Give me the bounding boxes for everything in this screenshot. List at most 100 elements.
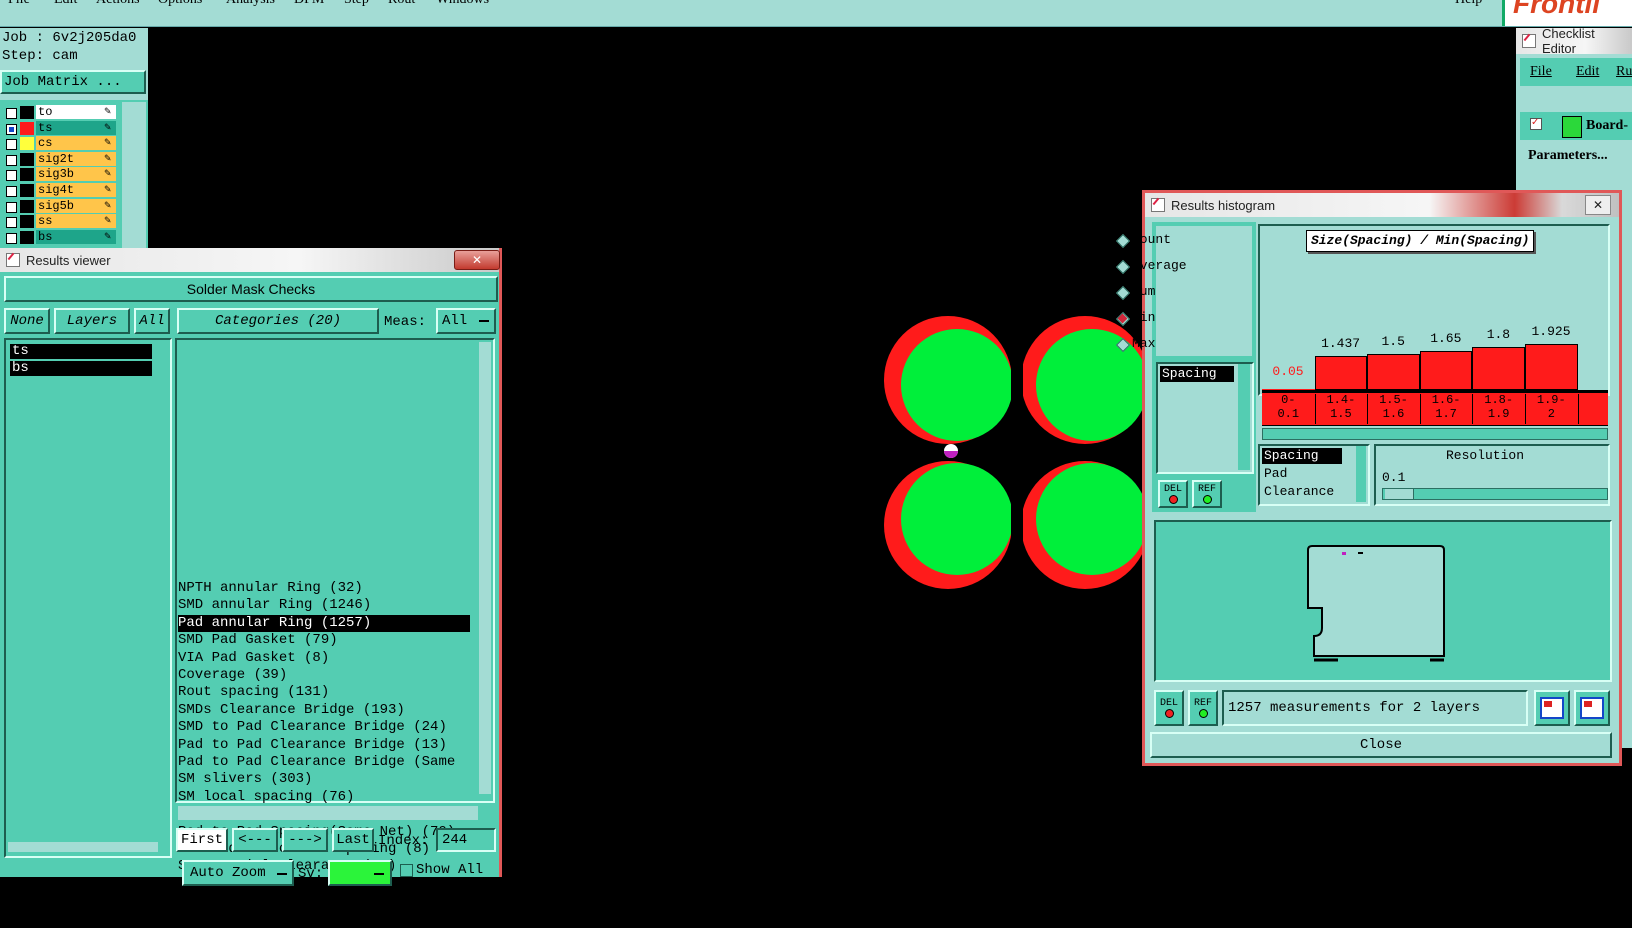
layer-row-sig5b[interactable]: sig5b ✎ (2, 198, 118, 214)
close-icon[interactable]: ✕ (1585, 195, 1611, 215)
last-button[interactable]: Last (332, 828, 374, 852)
del-button-bottom[interactable]: DEL (1154, 690, 1184, 726)
mode-radio-sum[interactable]: Sum (1118, 282, 1198, 302)
layer-row-bs[interactable]: bs ✎ (2, 229, 118, 245)
category-item[interactable]: NPTH annular Ring (32) (178, 580, 470, 597)
histogram-bar[interactable] (1472, 346, 1525, 390)
category-item[interactable]: SMD annular Ring (1246) (178, 597, 470, 614)
category-item[interactable]: Pad to Pad Clearance Bridge (13) (178, 737, 470, 754)
close-button[interactable]: Close (1150, 732, 1612, 758)
layer-checkbox[interactable] (6, 201, 17, 213)
categories-button[interactable]: Categories (20) (177, 308, 379, 334)
category-item[interactable]: Partial SMD Clearance gasket (14) (178, 911, 470, 928)
menu-item-edit[interactable]: Edit (54, 0, 77, 8)
mode-radio-count[interactable]: Count (1118, 230, 1198, 250)
ref-button-top[interactable]: REF (1192, 480, 1222, 508)
category-item[interactable]: SM local spacing (76) (178, 789, 470, 806)
left-list-scrollbar[interactable] (1238, 364, 1250, 470)
layer-row-cs[interactable]: cs ✎ (2, 136, 118, 151)
histogram-bar[interactable] (1367, 354, 1420, 390)
board-preview[interactable] (1154, 520, 1612, 682)
layer-checkbox[interactable] (6, 217, 17, 229)
selected-layer-item[interactable]: ts (10, 344, 152, 359)
layer-row-to[interactable]: to ✎ (2, 105, 118, 120)
menu-item-dfm[interactable]: DFM (294, 0, 324, 8)
menu-help[interactable]: Help (1455, 0, 1482, 8)
measure-item[interactable]: Spacing (1262, 448, 1342, 464)
categories-vscrollbar[interactable] (479, 342, 491, 794)
layer-checkbox[interactable] (6, 154, 17, 166)
layer-scrollbar[interactable] (122, 102, 146, 248)
layer-checkbox[interactable] (6, 232, 17, 244)
layer-row-ss[interactable]: ss ✎ (2, 214, 118, 229)
menu-item-options[interactable]: Options (158, 0, 202, 8)
layer-checkbox[interactable] (6, 139, 17, 151)
layer-checkbox[interactable] (6, 108, 17, 119)
measure-scrollbar[interactable] (1356, 446, 1366, 502)
first-button[interactable]: First (176, 828, 228, 852)
menu-item-windows[interactable]: Windows (436, 0, 489, 8)
measure-item[interactable]: Pad (1262, 466, 1358, 482)
checklist-menu-edit[interactable]: Edit (1576, 64, 1599, 80)
categories-hscrollbar[interactable] (178, 806, 478, 820)
checklist-menu-run[interactable]: Ru (1616, 64, 1632, 80)
layer-checkbox[interactable] (6, 170, 17, 182)
sv-color-dropdown[interactable] (328, 860, 392, 886)
layer-row-ts[interactable]: ts ✎ (2, 120, 118, 136)
mode-radio-min[interactable]: Min (1117, 308, 1198, 328)
checklist-menu-file[interactable]: File (1530, 64, 1552, 80)
checklist-editor-titlebar[interactable]: Checklist Editor (1516, 26, 1632, 56)
histogram-bar[interactable] (1314, 355, 1368, 390)
close-icon[interactable]: ✕ (454, 250, 500, 270)
show-all-checkbox[interactable] (400, 864, 413, 877)
histogram-bar[interactable] (1419, 350, 1473, 390)
selected-layer-item[interactable]: bs (10, 361, 152, 376)
category-item[interactable]: Coverage (39) (178, 667, 470, 684)
layers-hscrollbar[interactable] (8, 842, 158, 852)
layer-row-sig4t[interactable]: sig4t ✎ (2, 183, 118, 198)
histogram-titlebar[interactable]: Results histogram ✕ (1145, 193, 1619, 217)
mode-radio-average[interactable]: Average (1118, 256, 1198, 276)
result-marker[interactable] (944, 444, 958, 458)
results-viewer-titlebar[interactable]: Results viewer ✕ (0, 248, 500, 272)
ref-button-bottom[interactable]: REF (1188, 690, 1218, 726)
parameters-button[interactable]: Parameters... (1528, 148, 1608, 164)
none-button[interactable]: None (4, 308, 50, 334)
layer-row-sig2t[interactable]: sig2t ✎ (2, 151, 118, 167)
category-item[interactable]: Rout spacing (131) (178, 684, 470, 701)
index-input[interactable]: 244 (436, 828, 496, 852)
auto-zoom-dropdown[interactable]: Auto Zoom (182, 860, 294, 886)
next-button[interactable]: ---> (282, 828, 328, 852)
category-item[interactable]: Feature too small to check (104) (178, 893, 470, 910)
category-item[interactable]: Pad annular Ring (1257) (178, 614, 470, 632)
meas-dropdown[interactable]: All (436, 308, 496, 334)
job-matrix-button[interactable]: Job Matrix ... (0, 70, 146, 94)
graphic-canvas[interactable] (880, 315, 1142, 595)
zoom-layer-button[interactable] (1534, 690, 1570, 726)
menu-item-step[interactable]: Step (344, 0, 369, 8)
chart-hscrollbar[interactable] (1262, 428, 1608, 440)
layers-button[interactable]: Layers (54, 308, 130, 334)
histogram-bar[interactable] (1525, 344, 1578, 390)
measure-item[interactable]: Clearance (1262, 484, 1358, 500)
left-list-selected[interactable]: Spacing (1160, 366, 1234, 382)
all-layers-button[interactable]: All (134, 308, 170, 334)
category-item[interactable]: SMD Pad Gasket (79) (178, 632, 470, 649)
menu-item-actions[interactable]: Actions (96, 0, 140, 8)
category-item[interactable]: VIA Pad Gasket (8) (178, 650, 470, 667)
checklist-item-row[interactable]: ✓ Board- (1520, 112, 1632, 140)
menu-item-file[interactable]: File (8, 0, 30, 8)
menu-item-rout[interactable]: Rout (388, 0, 415, 8)
category-item[interactable]: SM slivers (303) (178, 771, 470, 788)
layer-row-sig3b[interactable]: sig3b ✎ (2, 167, 118, 182)
mode-radio-max[interactable]: Max (1118, 334, 1198, 354)
del-button-top[interactable]: DEL (1158, 480, 1188, 508)
resolution-slider-thumb[interactable] (1385, 489, 1414, 499)
menu-item-analysis[interactable]: Analysis (226, 0, 275, 8)
prev-button[interactable]: <--- (232, 828, 278, 852)
zoom-fit-button[interactable] (1574, 690, 1610, 726)
category-item[interactable]: SMDs Clearance Bridge (193) (178, 702, 470, 719)
category-item[interactable]: SMD to Pad Clearance Bridge (24) (178, 719, 470, 736)
layer-checkbox[interactable] (6, 123, 17, 135)
resolution-slider[interactable] (1382, 488, 1608, 500)
